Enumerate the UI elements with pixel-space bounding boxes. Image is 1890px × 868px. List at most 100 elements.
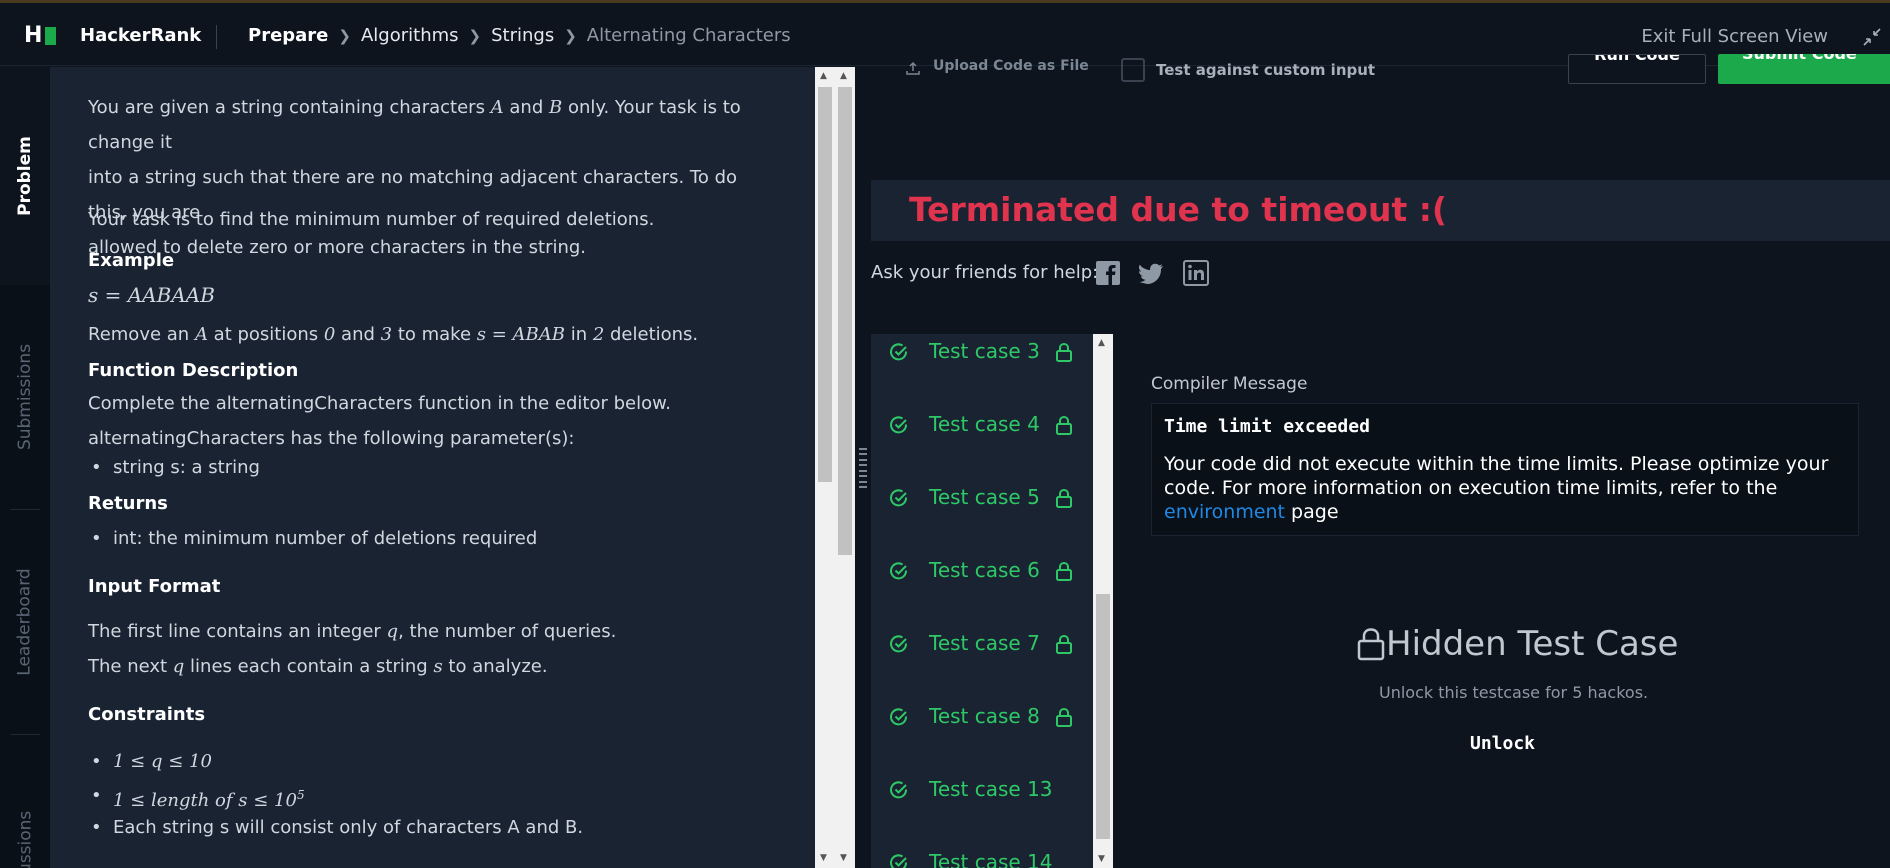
constraint-item: Each string s will consist only of chara… xyxy=(91,810,803,845)
breadcrumb: Prepare ❯ Algorithms ❯ Strings ❯ Alterna… xyxy=(248,25,791,46)
tab-leaderboard-label: Leaderboard xyxy=(15,568,36,676)
submit-code-button[interactable]: Submit Code xyxy=(1718,54,1890,84)
test-case-label: Test case 3 xyxy=(929,339,1040,363)
scroll-up-icon[interactable]: ▲ xyxy=(1098,338,1105,348)
hidden-test-case-label: Hidden Test Case xyxy=(1386,624,1679,664)
run-code-button[interactable]: Run Code xyxy=(1568,54,1706,84)
tab-divider xyxy=(10,734,40,735)
custom-input-label[interactable]: Test against custom input xyxy=(1156,61,1375,79)
brand-name[interactable]: HackerRank xyxy=(80,25,201,46)
test-case-scrollbar[interactable]: ▲ ▼ xyxy=(1093,334,1113,868)
scroll-thumb[interactable] xyxy=(818,87,832,482)
unlock-button[interactable]: Unlock xyxy=(1470,733,1535,754)
scroll-down-icon[interactable]: ▼ xyxy=(1098,854,1105,864)
test-case-label: Test case 14 xyxy=(929,850,1053,868)
exit-full-screen-link[interactable]: Exit Full Screen View xyxy=(1641,26,1828,47)
input-format-heading: Input Format xyxy=(88,576,221,597)
task-text: Your task is to find the minimum number … xyxy=(88,209,655,230)
problem-panel: You are given a string containing charac… xyxy=(50,67,815,868)
test-case-item[interactable]: Test case 6 xyxy=(871,551,1093,591)
tab-discussions-label: cussions xyxy=(15,810,35,868)
twitter-icon[interactable] xyxy=(1139,260,1165,286)
check-circle-icon xyxy=(890,489,908,507)
breadcrumb-algorithms[interactable]: Algorithms xyxy=(361,25,459,46)
test-case-item[interactable]: Test case 8 xyxy=(871,697,1093,737)
compiler-message-tail: page xyxy=(1285,501,1339,523)
linkedin-icon[interactable] xyxy=(1183,260,1209,286)
problem-scrollbar[interactable]: ▲ ▼ xyxy=(815,67,835,868)
example-heading: Example xyxy=(88,250,175,271)
compiler-message-body: Your code did not execute within the tim… xyxy=(1164,452,1844,524)
chevron-right-icon: ❯ xyxy=(338,26,351,45)
lock-icon xyxy=(1056,342,1072,362)
constraint-item: 1 ≤ q ≤ 10 xyxy=(91,744,803,779)
check-circle-icon xyxy=(890,562,908,580)
check-circle-icon xyxy=(890,343,908,361)
upload-icon[interactable] xyxy=(905,60,921,76)
hidden-test-case-title: Hidden Test Case xyxy=(1356,624,1678,664)
compiler-message-text: Your code did not execute within the tim… xyxy=(1164,453,1829,499)
lock-icon xyxy=(1357,628,1385,661)
lock-icon xyxy=(1056,488,1072,508)
returns-item: int: the minimum number of deletions req… xyxy=(91,521,803,556)
test-case-item[interactable]: Test case 13 xyxy=(871,770,1093,810)
environment-link[interactable]: environment xyxy=(1164,501,1285,523)
lock-icon xyxy=(1056,707,1072,727)
facebook-icon[interactable] xyxy=(1095,260,1121,286)
chevron-right-icon: ❯ xyxy=(564,26,577,45)
tab-leaderboard[interactable]: Leaderboard xyxy=(0,510,50,734)
custom-input-checkbox[interactable] xyxy=(1121,58,1145,82)
logo-green-block xyxy=(45,26,57,45)
example-value: s = AABAAB xyxy=(88,283,215,307)
test-case-item[interactable]: Test case 4 xyxy=(871,405,1093,445)
scroll-down-icon[interactable]: ▼ xyxy=(840,853,847,863)
chevron-right-icon: ❯ xyxy=(468,26,482,45)
breadcrumb-current: Alternating Characters xyxy=(586,25,791,46)
function-description-heading: Function Description xyxy=(88,360,299,381)
test-case-label: Test case 8 xyxy=(929,704,1040,728)
check-circle-icon xyxy=(890,781,908,799)
lock-icon xyxy=(1056,415,1072,435)
tab-submissions[interactable]: Submissions xyxy=(0,285,50,509)
breadcrumb-prepare[interactable]: Prepare xyxy=(248,25,328,46)
compiler-message-box: Time limit exceeded Your code did not ex… xyxy=(1151,403,1859,536)
test-case-label: Test case 5 xyxy=(929,485,1040,509)
vertical-tabs: Problem Submissions Leaderboard cussions xyxy=(0,67,50,868)
test-case-label: Test case 6 xyxy=(929,558,1040,582)
divider xyxy=(216,25,217,49)
input-format-line-1: The first line contains an integer q, th… xyxy=(88,621,617,642)
tab-submissions-label: Submissions xyxy=(15,343,36,451)
hackerrank-logo[interactable]: H xyxy=(24,23,57,48)
tab-discussions[interactable]: cussions xyxy=(0,787,50,868)
test-case-label: Test case 13 xyxy=(929,777,1053,801)
test-case-item[interactable]: Test case 7 xyxy=(871,624,1093,664)
example-explanation: Remove an A at positions 0 and 3 to make… xyxy=(88,324,699,345)
share-label: Ask your friends for help: xyxy=(871,262,1099,283)
test-case-item[interactable]: Test case 5 xyxy=(871,478,1093,518)
scroll-up-icon[interactable]: ▲ xyxy=(820,71,827,81)
logo-letter: H xyxy=(24,23,43,48)
input-format-line-2: The next q lines each contain a string s… xyxy=(88,656,548,677)
test-case-item[interactable]: Test case 3 xyxy=(871,334,1093,372)
upload-code-link[interactable]: Upload Code as File xyxy=(933,58,1089,74)
test-case-item[interactable]: Test case 14 xyxy=(871,843,1093,868)
check-circle-icon xyxy=(890,854,908,868)
scroll-thumb[interactable] xyxy=(838,87,852,555)
resize-handle[interactable] xyxy=(859,448,869,488)
scroll-up-icon[interactable]: ▲ xyxy=(840,71,847,81)
scroll-down-icon[interactable]: ▼ xyxy=(820,853,827,863)
compiler-message-heading: Time limit exceeded xyxy=(1164,416,1370,437)
breadcrumb-strings[interactable]: Strings xyxy=(491,25,554,46)
compiler-message-title: Compiler Message xyxy=(1151,374,1308,394)
shrink-icon[interactable] xyxy=(1862,27,1882,47)
check-circle-icon xyxy=(890,708,908,726)
param-item: string s: a string xyxy=(91,450,803,485)
editor-scrollbar[interactable]: ▲ ▼ xyxy=(835,67,855,868)
scroll-thumb[interactable] xyxy=(1096,594,1110,839)
check-circle-icon xyxy=(890,416,908,434)
tab-problem-label: Problem xyxy=(15,136,36,216)
returns-heading: Returns xyxy=(88,493,168,514)
result-status: Terminated due to timeout :( xyxy=(909,190,1447,229)
tab-problem[interactable]: Problem xyxy=(0,67,50,285)
intro-line-1: You are given a string containing charac… xyxy=(88,97,741,153)
